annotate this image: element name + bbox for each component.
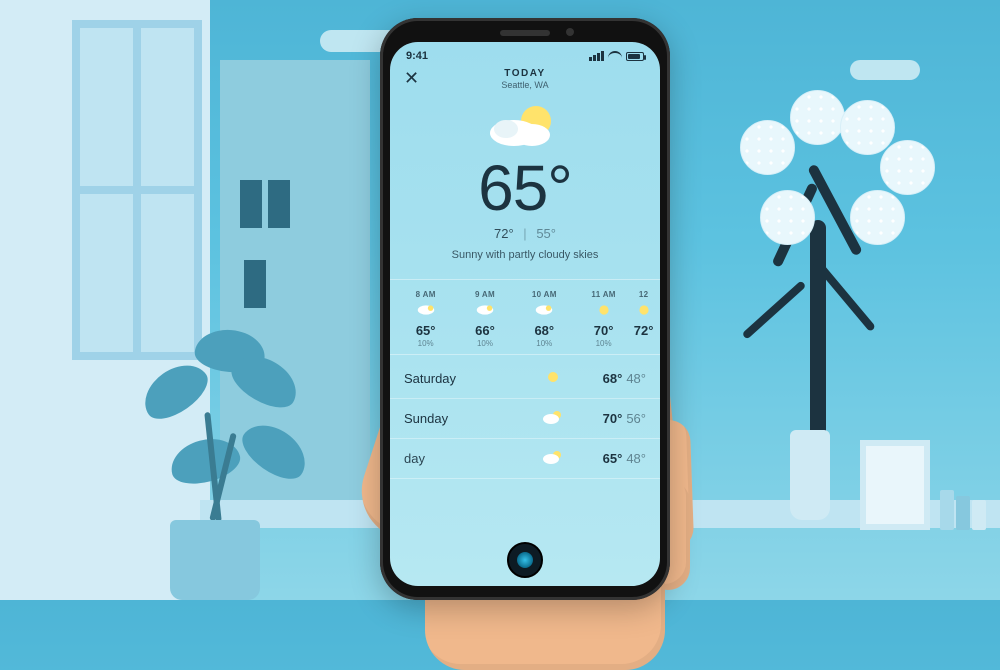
daily-low: 48° [626, 371, 646, 386]
app-header: ✕ TODAY Seattle, WA [390, 66, 660, 96]
daily-row[interactable]: Saturday 68°48° [390, 359, 660, 399]
hilo-separator: | [523, 226, 526, 241]
daily-forecast[interactable]: Saturday 68°48° Sunday 70°56° day 65°48° [390, 355, 660, 479]
cloud-rain-icon [455, 302, 514, 320]
hourly-precip: 10% [396, 339, 455, 348]
hourly-item[interactable]: 8 AM 65° 10% [396, 290, 455, 348]
current-weather: 65° 72° | 55° Sunny with partly cloudy s… [390, 96, 660, 269]
status-time: 9:41 [406, 50, 428, 62]
hourly-item[interactable]: 12 72° [633, 290, 654, 348]
hourly-precip: 10% [515, 339, 574, 348]
hourly-precip: 10% [574, 339, 633, 348]
status-bar: 9:41 [390, 42, 660, 66]
hourly-time: 8 AM [396, 290, 455, 299]
hourly-precip: 10% [455, 339, 514, 348]
daily-low: 56° [626, 411, 646, 426]
hourly-time: 11 AM [574, 290, 633, 299]
daily-low: 48° [626, 451, 646, 466]
hourly-temp: 65° [396, 323, 455, 338]
hourly-item[interactable]: 11 AM 70° 10% [574, 290, 633, 348]
partly-cloudy-icon [536, 409, 570, 428]
daily-high: 68° [603, 371, 623, 386]
header-location: Seattle, WA [390, 80, 660, 90]
daily-row[interactable]: day 65°48° [390, 439, 660, 479]
daily-day: day [404, 451, 536, 466]
condition-text: Sunny with partly cloudy skies [390, 249, 660, 261]
header-title: TODAY [390, 68, 660, 79]
sun-icon [574, 302, 633, 320]
signal-icon [589, 51, 604, 61]
low-temp: 55° [536, 226, 556, 241]
daily-day: Sunday [404, 411, 536, 426]
sun-icon [536, 369, 570, 388]
hourly-item[interactable]: 10 AM 68° 10% [515, 290, 574, 348]
wifi-icon [608, 51, 622, 61]
alexa-button[interactable] [507, 542, 543, 578]
hourly-item[interactable]: 9 AM 66° 10% [455, 290, 514, 348]
sun-icon [633, 302, 654, 320]
current-temp: 65° [390, 156, 660, 220]
hourly-time: 10 AM [515, 290, 574, 299]
cloud-rain-icon [515, 302, 574, 320]
daily-high: 65° [603, 451, 623, 466]
hourly-time: 9 AM [455, 290, 514, 299]
hourly-temp: 70° [574, 323, 633, 338]
daily-high: 70° [603, 411, 623, 426]
hourly-temp: 66° [455, 323, 514, 338]
phone: 9:41 ✕ TODAY Seattle, WA [380, 18, 670, 600]
high-temp: 72° [494, 226, 514, 241]
hourly-temp: 72° [633, 323, 654, 338]
hourly-temp: 68° [515, 323, 574, 338]
partly-cloudy-icon [536, 449, 570, 468]
hourly-forecast[interactable]: 8 AM 65° 10% 9 AM 66° 10% 10 AM 68° 10% [390, 279, 660, 355]
cloud-rain-icon [396, 302, 455, 320]
daily-row[interactable]: Sunday 70°56° [390, 399, 660, 439]
alexa-icon [517, 552, 533, 568]
hourly-time: 12 [633, 290, 654, 299]
battery-icon [626, 52, 644, 61]
partly-cloudy-icon [390, 100, 660, 152]
daily-day: Saturday [404, 371, 536, 386]
weather-app-screen: 9:41 ✕ TODAY Seattle, WA [390, 42, 660, 586]
